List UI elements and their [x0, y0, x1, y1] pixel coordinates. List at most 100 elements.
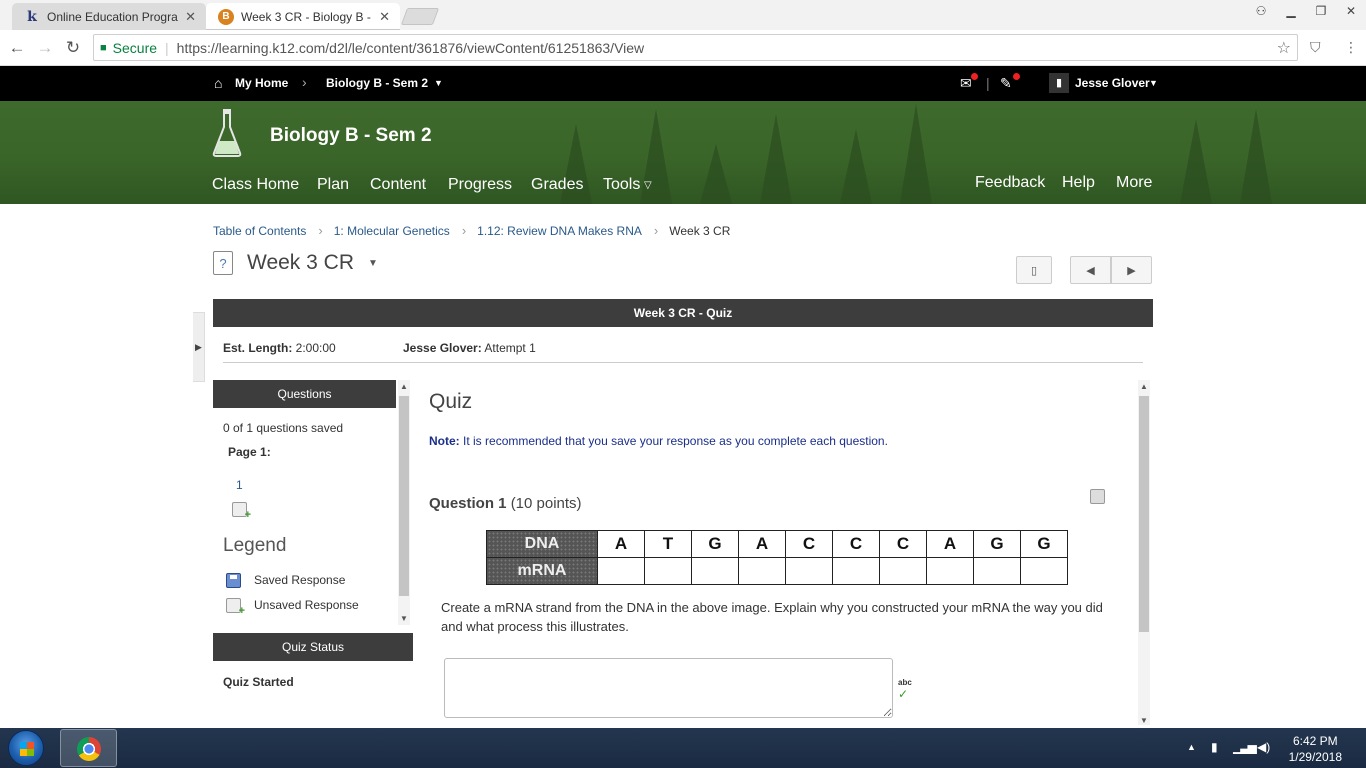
messages-icon[interactable]: ✉: [960, 75, 972, 92]
nav-progress[interactable]: Progress: [448, 176, 512, 194]
breadcrumb-current: Week 3 CR: [669, 224, 731, 238]
nav-class-home[interactable]: Class Home: [212, 176, 299, 194]
dna-base: A: [926, 530, 974, 558]
content-scrollbar[interactable]: ▲ ▼: [1138, 380, 1150, 725]
bookmark-icon: ▯: [1030, 264, 1038, 277]
browser-tab-week3[interactable]: B Week 3 CR - Biology B - ✕: [206, 3, 400, 30]
signal-icon[interactable]: ▁▃▅: [1233, 740, 1257, 754]
course-selector[interactable]: Biology B - Sem 2: [326, 76, 428, 90]
browser-toolbar: ← → ↻ ■ Secure | https://learning.k12.co…: [0, 30, 1366, 66]
mrna-cell: [832, 557, 880, 585]
scroll-down-icon[interactable]: ▼: [398, 614, 410, 623]
start-button[interactable]: [8, 730, 44, 766]
my-home-link[interactable]: My Home: [235, 76, 288, 90]
nav-feedback[interactable]: Feedback: [975, 174, 1045, 192]
breadcrumb-lesson[interactable]: 1.12: Review DNA Makes RNA: [477, 224, 642, 238]
saved-count: 0 of 1 questions saved: [223, 421, 344, 435]
chevron-right-icon: ›: [302, 74, 307, 90]
question-link[interactable]: 1: [236, 478, 243, 492]
nav-more[interactable]: More: [1116, 174, 1152, 192]
spellcheck-icon[interactable]: abc ✓: [898, 678, 912, 701]
background-tree: [840, 129, 872, 204]
nav-help[interactable]: Help: [1062, 174, 1095, 192]
page-header: ? Week 3 CR ▼: [213, 251, 378, 275]
background-tree: [1240, 109, 1272, 204]
star-icon[interactable]: ☆: [1277, 38, 1291, 58]
nav-grades[interactable]: Grades: [531, 176, 583, 194]
reload-icon[interactable]: ↻: [62, 37, 84, 59]
lock-icon: ■: [100, 41, 107, 54]
background-tree: [700, 144, 732, 204]
caret-down-icon[interactable]: ▼: [434, 78, 443, 88]
nav-plan[interactable]: Plan: [317, 176, 349, 194]
nav-tools[interactable]: Tools: [603, 176, 640, 194]
user-profile-icon[interactable]: ⚇: [1246, 0, 1276, 22]
address-bar[interactable]: ■ Secure | https://learning.k12.com/d2l/…: [93, 34, 1298, 61]
user-menu[interactable]: Jesse Glover: [1075, 76, 1150, 90]
windows-taskbar: ▲ ▮ ▁▃▅ ◀) 6:42 PM 1/29/2018: [0, 728, 1366, 768]
notification-badge: [971, 73, 978, 80]
legend-saved: Saved Response: [254, 573, 346, 587]
secure-label: Secure: [112, 39, 158, 56]
breadcrumb-toc[interactable]: Table of Contents: [213, 224, 306, 238]
legend-title: Legend: [223, 535, 287, 556]
quiz-document-icon: ?: [213, 251, 233, 275]
scroll-thumb[interactable]: [399, 396, 409, 596]
alerts-icon[interactable]: ✎: [1000, 75, 1012, 92]
questions-scrollbar[interactable]: ▲ ▼: [398, 380, 410, 625]
breadcrumb-unit[interactable]: 1: Molecular Genetics: [334, 224, 450, 238]
background-tree: [900, 104, 932, 204]
close-tab-icon[interactable]: ✕: [379, 9, 390, 25]
forward-arrow-icon[interactable]: →: [34, 37, 56, 59]
next-topic-button[interactable]: ▶: [1111, 256, 1152, 284]
collapse-sidebar-handle[interactable]: ▶: [193, 312, 205, 382]
scroll-up-icon[interactable]: ▲: [398, 382, 410, 391]
minimize-icon[interactable]: ▁: [1276, 0, 1306, 22]
previous-topic-button[interactable]: ◀: [1070, 256, 1111, 284]
scroll-down-icon[interactable]: ▼: [1138, 716, 1150, 725]
browser-tab-online-education[interactable]: k Online Education Progra ✕: [12, 3, 206, 30]
tray-expand-icon[interactable]: ▲: [1187, 742, 1196, 752]
dna-base: C: [879, 530, 927, 558]
note-label: Note:: [429, 434, 460, 448]
attempt-info: Jesse Glover: Attempt 1: [403, 341, 536, 355]
avatar[interactable]: ▮: [1049, 73, 1069, 93]
save-question-icon[interactable]: [1090, 489, 1105, 504]
dna-base: G: [973, 530, 1021, 558]
nav-content[interactable]: Content: [370, 176, 426, 194]
url-text: https://learning.k12.com/d2l/le/content/…: [176, 39, 645, 56]
window-controls: ⚇ ▁ ❐ ✕: [1246, 0, 1366, 22]
est-length: Est. Length: 2:00:00: [223, 341, 336, 355]
new-tab-button[interactable]: [400, 8, 440, 25]
close-window-icon[interactable]: ✕: [1336, 0, 1366, 22]
extension-shield-icon[interactable]: ⛉: [1310, 39, 1321, 56]
dna-base: C: [832, 530, 880, 558]
chrome-taskbar-icon[interactable]: [60, 729, 117, 767]
questions-panel: Questions 0 of 1 questions saved Page 1:…: [213, 380, 396, 625]
dna-label: DNA: [486, 530, 598, 558]
scroll-thumb[interactable]: [1139, 396, 1149, 632]
question-points: (10 points): [510, 495, 582, 512]
caret-down-icon[interactable]: ▼: [1149, 78, 1158, 88]
check-mark-icon: ✓: [898, 687, 909, 701]
back-arrow-icon[interactable]: ←: [6, 37, 28, 59]
bookmark-button[interactable]: ▯: [1016, 256, 1052, 284]
tools-caret-down-icon[interactable]: ▽: [644, 180, 652, 191]
chevron-right-icon: ›: [461, 223, 467, 238]
est-length-value: 2:00:00: [295, 341, 336, 355]
answer-textarea[interactable]: [444, 658, 893, 718]
caret-down-icon[interactable]: ▼: [368, 258, 378, 269]
biology-favicon-icon: B: [218, 8, 234, 25]
scroll-up-icon[interactable]: ▲: [1138, 382, 1150, 391]
close-tab-icon[interactable]: ✕: [185, 9, 196, 25]
restore-icon[interactable]: ❐: [1306, 0, 1336, 22]
volume-icon[interactable]: ◀): [1257, 740, 1270, 754]
mrna-cell: [597, 557, 645, 585]
home-icon[interactable]: ⌂: [214, 75, 222, 91]
dna-base: A: [738, 530, 786, 558]
questions-header: Questions: [213, 380, 396, 408]
chrome-menu-icon[interactable]: ⋮: [1344, 39, 1358, 56]
unsaved-icon: [232, 502, 251, 521]
battery-icon[interactable]: ▮: [1211, 740, 1218, 754]
system-clock[interactable]: 6:42 PM 1/29/2018: [1289, 733, 1342, 765]
